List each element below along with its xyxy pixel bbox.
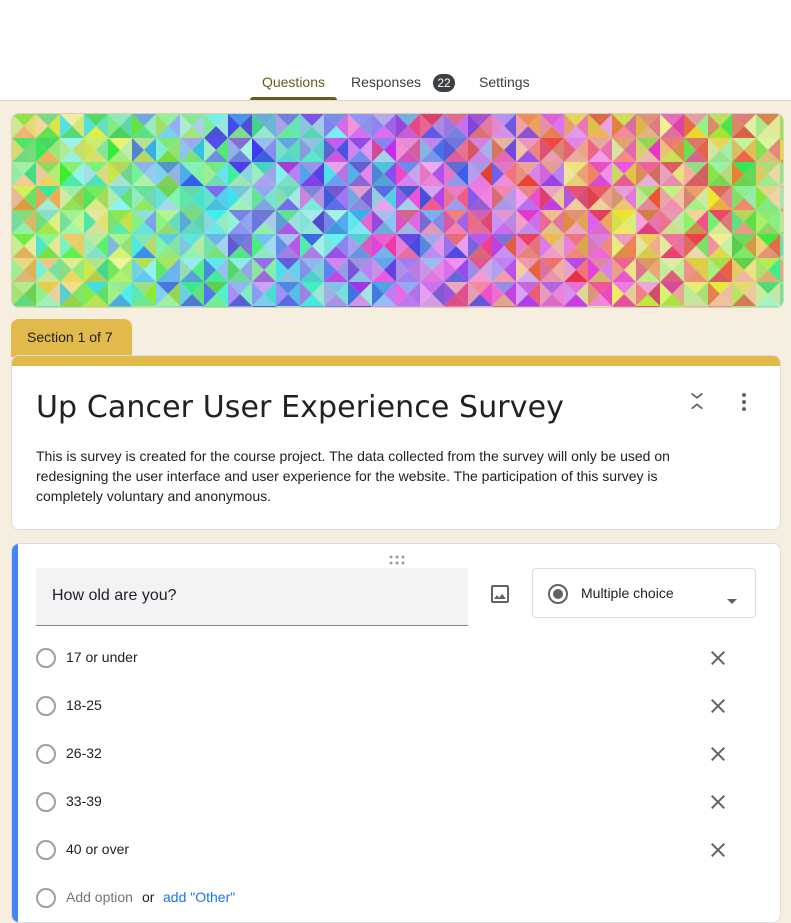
banner-tile — [780, 138, 783, 162]
banner-tile — [468, 306, 492, 307]
question-type-dropdown[interactable]: Multiple choice — [532, 568, 756, 618]
banner-tile — [324, 306, 348, 307]
top-bar: Questions Responses 22 Settings — [0, 0, 791, 101]
banner-tile — [300, 306, 324, 307]
theme-strip — [12, 356, 780, 366]
option-row[interactable]: 26-32 — [36, 742, 756, 766]
header-banner-image — [11, 113, 784, 308]
responses-count-badge: 22 — [433, 74, 455, 92]
banner-tile — [660, 306, 684, 307]
dropdown-arrow-icon — [727, 591, 737, 609]
option-label[interactable]: 26-32 — [66, 745, 102, 761]
banner-tile — [36, 306, 60, 307]
banner-tile — [732, 306, 756, 307]
banner-tile — [420, 306, 444, 307]
radio-icon — [36, 792, 56, 812]
banner-tile — [372, 306, 396, 307]
option-row[interactable]: 33-39 — [36, 790, 756, 814]
add-other-link[interactable]: add "Other" — [163, 889, 235, 905]
option-label[interactable]: 17 or under — [66, 649, 138, 665]
radio-icon — [36, 648, 56, 668]
banner-tile — [780, 210, 783, 234]
collapse-icon[interactable] — [685, 390, 709, 414]
banner-tile — [588, 306, 612, 307]
banner-tile — [780, 162, 783, 186]
question-type-label: Multiple choice — [581, 585, 674, 601]
add-option-input[interactable]: Add option — [66, 889, 133, 905]
option-row[interactable]: 17 or under — [36, 646, 756, 670]
banner-tile — [564, 306, 588, 307]
close-icon[interactable] — [706, 790, 730, 819]
close-icon[interactable] — [706, 646, 730, 675]
radio-icon — [36, 744, 56, 764]
radio-icon — [36, 888, 56, 908]
banner-tile — [516, 306, 540, 307]
form-description[interactable]: This is survey is created for the course… — [36, 446, 716, 506]
banner-tile — [708, 306, 732, 307]
banner-tile — [492, 306, 516, 307]
banner-tile — [780, 186, 783, 210]
or-label: or — [142, 889, 155, 905]
add-option-row[interactable]: Add option or add "Other" — [36, 886, 756, 910]
option-row[interactable]: 40 or over — [36, 838, 756, 862]
close-icon[interactable] — [706, 694, 730, 723]
banner-tile — [780, 306, 781, 307]
banner-pattern — [12, 114, 783, 307]
radio-checked-icon — [547, 583, 569, 610]
banner-tile — [780, 306, 783, 307]
banner-tile — [180, 306, 204, 307]
question-title-input[interactable]: How old are you? — [36, 568, 468, 626]
banner-tile — [780, 258, 783, 282]
banner-tile — [108, 306, 132, 307]
active-question-indicator — [12, 544, 18, 922]
more-vert-icon[interactable] — [732, 390, 756, 414]
banner-tile — [132, 306, 156, 307]
banner-tile — [348, 306, 372, 307]
banner-tile — [780, 282, 783, 306]
section-indicator: Section 1 of 7 — [11, 319, 132, 357]
banner-tile — [204, 306, 228, 307]
banner-tile — [156, 306, 180, 307]
tab-settings[interactable]: Settings — [479, 64, 530, 100]
banner-tile — [12, 306, 36, 307]
banner-tile — [84, 306, 108, 307]
form-title[interactable]: Up Cancer User Experience Survey — [36, 390, 564, 425]
banner-tile — [780, 114, 783, 138]
banner-tile — [780, 234, 783, 258]
banner-tile — [60, 306, 84, 307]
question-card[interactable]: How old are you? Multiple choice 17 or u… — [11, 543, 781, 923]
banner-tile — [684, 306, 708, 307]
banner-tile — [228, 306, 252, 307]
option-label[interactable]: 33-39 — [66, 793, 102, 809]
close-icon[interactable] — [706, 742, 730, 771]
option-label[interactable]: 18-25 — [66, 697, 102, 713]
form-header-card[interactable]: Up Cancer User Experience Survey This is… — [11, 355, 781, 530]
radio-icon — [36, 696, 56, 716]
banner-tile — [540, 306, 564, 307]
close-icon[interactable] — [706, 838, 730, 867]
radio-icon — [36, 840, 56, 860]
banner-tile — [396, 306, 420, 307]
banner-tile — [756, 306, 780, 307]
option-row[interactable]: 18-25 — [36, 694, 756, 718]
banner-tile — [252, 306, 276, 307]
banner-tile — [612, 306, 636, 307]
tab-responses[interactable]: Responses — [351, 64, 421, 100]
banner-tile — [444, 306, 468, 307]
banner-tile — [276, 306, 300, 307]
option-label[interactable]: 40 or over — [66, 841, 129, 857]
image-icon[interactable] — [488, 582, 512, 606]
banner-tile — [636, 306, 660, 307]
tab-questions[interactable]: Questions — [250, 64, 337, 100]
